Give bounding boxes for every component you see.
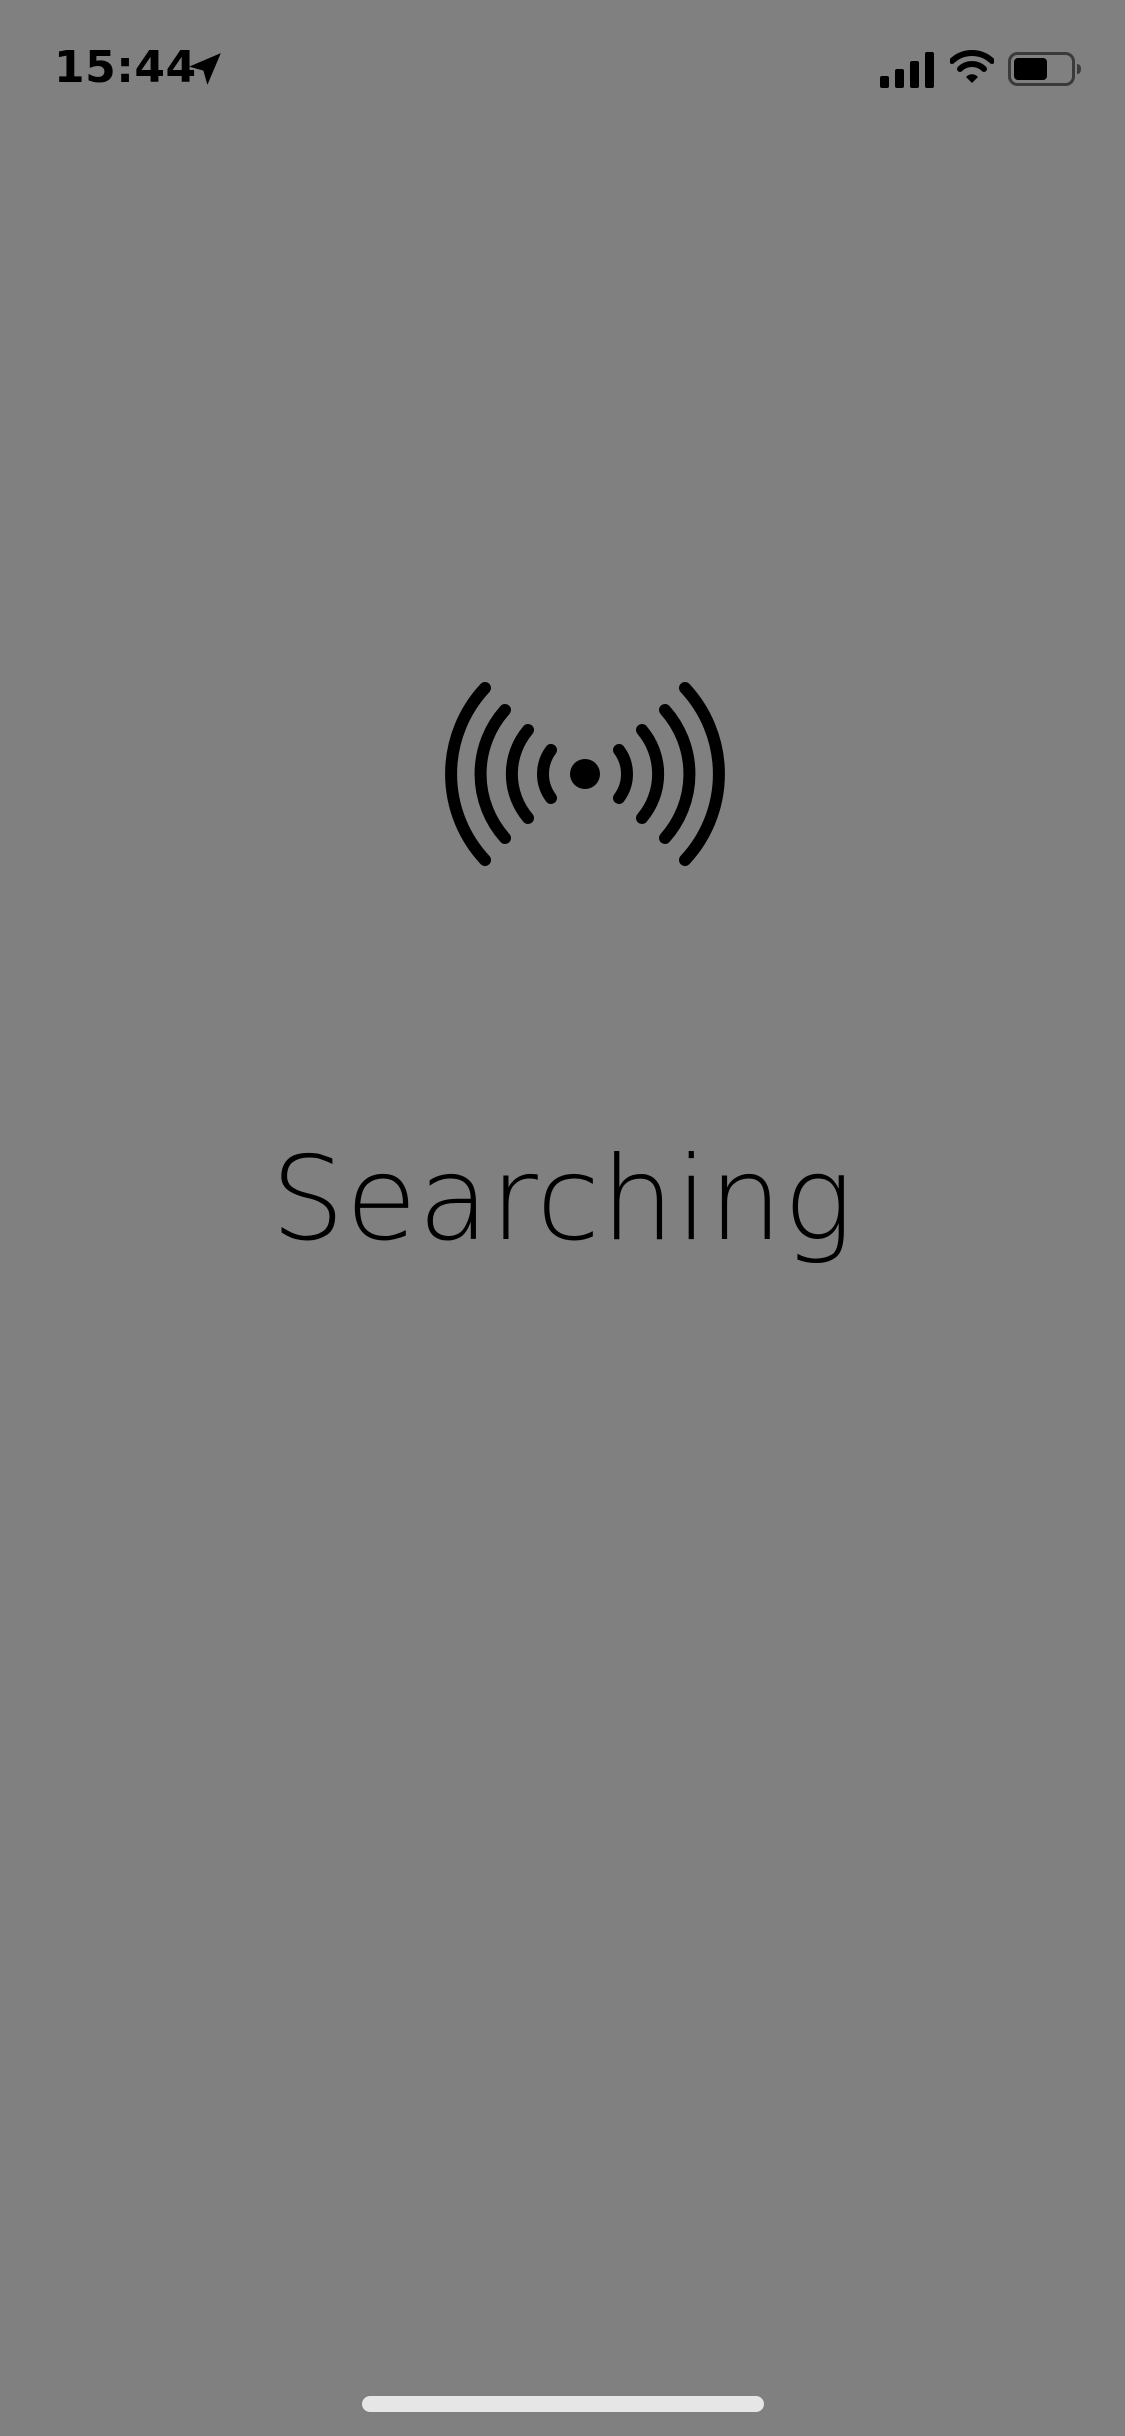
cellular-signal-icon [880,52,934,88]
status-time: 15:44 [54,42,197,93]
searching-status-text: Searching [271,1132,854,1267]
wifi-icon [950,50,994,83]
location-arrow-icon [189,53,221,85]
battery-icon [1008,52,1081,86]
broadcast-signal-icon [445,682,725,866]
home-indicator[interactable] [362,2396,764,2412]
app-screen: 15:44 Searching [0,0,1125,2436]
